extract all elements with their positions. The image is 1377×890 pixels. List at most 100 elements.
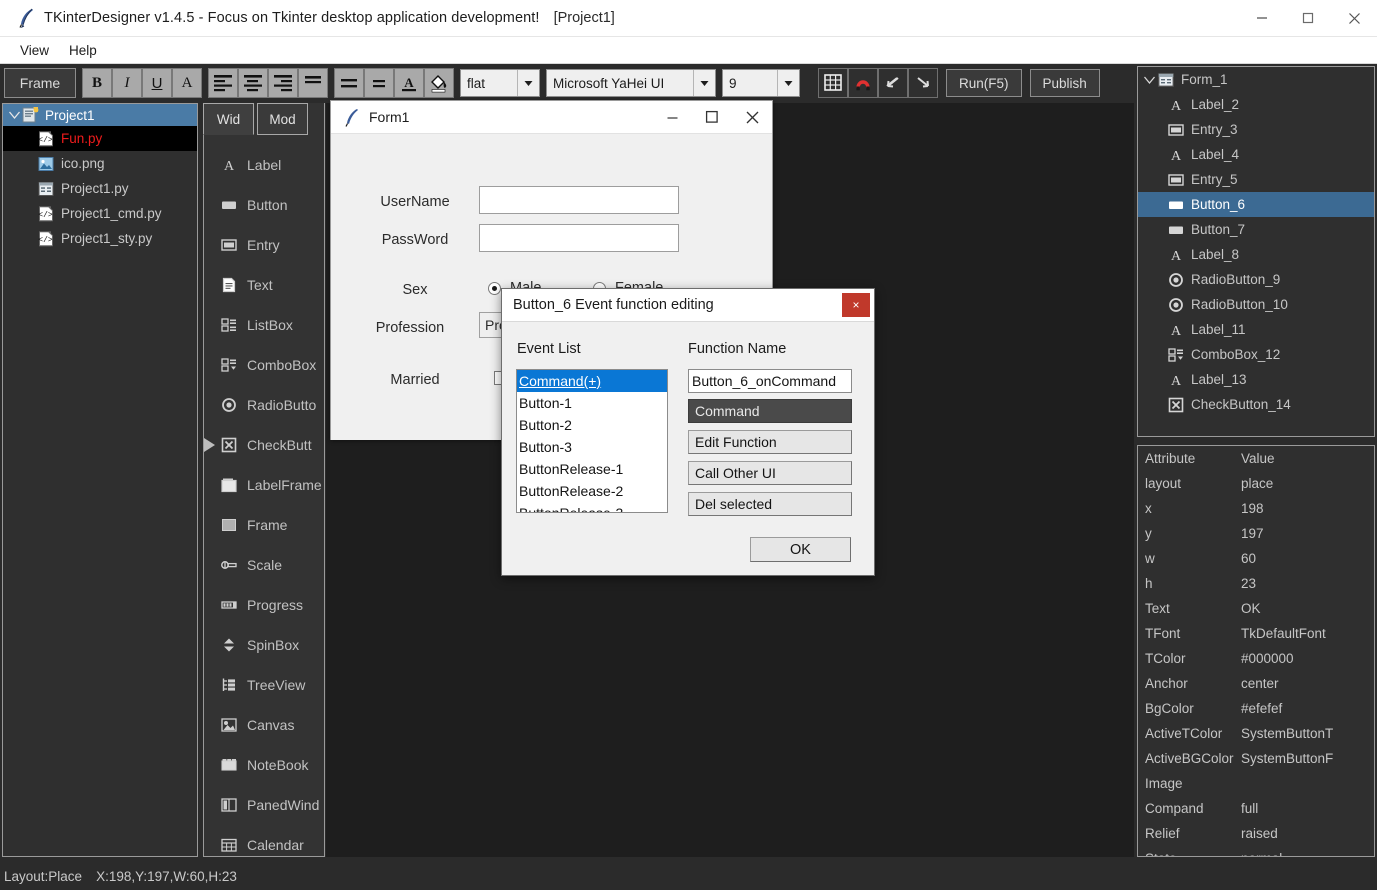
dialog-close-button[interactable]: × [842, 293, 870, 317]
attribute-row[interactable]: BgColor #efefef [1138, 696, 1374, 721]
project-root-row[interactable]: Project1 [3, 104, 197, 126]
event-listbox[interactable]: Command(+) Button-1 Button-2 Button-3 Button… [516, 369, 668, 513]
form-entry-username[interactable] [479, 186, 679, 214]
project-file-row[interactable]: </> Fun.py [3, 126, 197, 151]
space-equal-icon[interactable] [364, 68, 394, 98]
attribute-value[interactable]: normal [1241, 851, 1374, 856]
form-entry-password[interactable] [479, 224, 679, 252]
redo-icon[interactable] [908, 68, 938, 98]
dialog-ok-button[interactable]: OK [750, 537, 851, 562]
project-file-row[interactable]: ico.png [3, 151, 197, 176]
attribute-value[interactable]: 197 [1241, 526, 1374, 541]
palette-item-button[interactable]: Button [204, 185, 324, 225]
attribute-value[interactable]: OK [1241, 601, 1374, 616]
attribute-row[interactable]: Statenormal [1138, 846, 1374, 856]
palette-item-scale[interactable]: Scale [204, 545, 324, 585]
attribute-value[interactable]: raised [1241, 826, 1374, 841]
object-tree-item[interactable]: ComboBox_12 [1138, 342, 1374, 367]
event-list-item[interactable]: ButtonRelease-2 [517, 480, 667, 502]
attribute-value[interactable]: SystemButtonT [1241, 726, 1374, 741]
palette-item-labelframe[interactable]: LabelFrame [204, 465, 324, 505]
form-maximize-button[interactable] [692, 101, 732, 134]
form-minimize-button[interactable] [652, 101, 692, 134]
palette-item-progress[interactable]: Progress [204, 585, 324, 625]
attribute-row[interactable]: Anchor center [1138, 671, 1374, 696]
edit-function-button[interactable]: Edit Function [688, 430, 852, 454]
attribute-row[interactable]: Relief raised [1138, 821, 1374, 846]
event-list-item[interactable]: Button-3 [517, 436, 667, 458]
object-tree-item[interactable]: Button_7 [1138, 217, 1374, 242]
project-file-row[interactable]: Project1.py [3, 176, 197, 201]
attribute-value[interactable]: full [1241, 801, 1374, 816]
object-tree-item[interactable]: A Label_2 [1138, 92, 1374, 117]
call-other-ui-button[interactable]: Call Other UI [688, 461, 852, 485]
align-top-right-icon[interactable] [268, 68, 298, 98]
tab-mod[interactable]: Mod [257, 103, 308, 135]
palette-item-canvas[interactable]: Canvas [204, 705, 324, 745]
fill-color-icon[interactable] [424, 68, 454, 98]
font-style-button[interactable]: A [172, 68, 202, 98]
palette-item-radiobutto[interactable]: RadioButto [204, 385, 324, 425]
attribute-value[interactable]: place [1241, 476, 1374, 491]
palette-item-calendar[interactable]: Calendar [204, 825, 324, 865]
object-tree-item[interactable]: Entry_3 [1138, 117, 1374, 142]
event-list-item[interactable]: Command(+) [517, 370, 667, 392]
chevron-down-icon[interactable] [777, 70, 799, 96]
attribute-value[interactable]: 60 [1241, 551, 1374, 566]
palette-item-treeview[interactable]: TreeView [204, 665, 324, 705]
attribute-value[interactable]: 23 [1241, 576, 1374, 591]
close-button[interactable] [1331, 0, 1377, 37]
function-name-input[interactable]: Button_6_onCommand [688, 369, 852, 393]
form-label-username[interactable]: UserName [355, 194, 475, 210]
attribute-row[interactable]: Compand full [1138, 796, 1374, 821]
font-size-dropdown[interactable]: 9 [722, 69, 800, 97]
text-color-icon[interactable]: A [394, 68, 424, 98]
del-selected-button[interactable]: Del selected [688, 492, 852, 516]
attribute-row[interactable]: y 197 [1138, 521, 1374, 546]
event-function-dialog[interactable]: Button_6 Event function editing × Event … [501, 288, 875, 576]
menu-view[interactable]: View [10, 40, 59, 61]
form-label-profession[interactable]: Profession [345, 320, 475, 336]
chevron-down-icon[interactable] [7, 111, 21, 119]
align-top-center-icon[interactable] [238, 68, 268, 98]
command-button[interactable]: Command [688, 399, 852, 423]
object-tree-item[interactable]: Entry_5 [1138, 167, 1374, 192]
grid-icon[interactable] [818, 68, 848, 98]
run-button[interactable]: Run(F5) [946, 69, 1022, 97]
align-top-left-icon[interactable] [208, 68, 238, 98]
attribute-row[interactable]: h 23 [1138, 571, 1374, 596]
attribute-value[interactable]: TkDefaultFont [1241, 626, 1374, 641]
project-file-row[interactable]: </> Project1_cmd.py [3, 201, 197, 226]
event-list-item[interactable]: ButtonRelease-3 [517, 502, 667, 512]
publish-button[interactable]: Publish [1029, 69, 1100, 97]
attribute-value[interactable]: #efefef [1241, 701, 1374, 716]
chevron-down-icon[interactable] [517, 70, 539, 96]
bold-button[interactable]: B [82, 68, 112, 98]
italic-button[interactable]: I [112, 68, 142, 98]
palette-item-label[interactable]: A Label [204, 145, 324, 185]
palette-item-spinbox[interactable]: SpinBox [204, 625, 324, 665]
palette-item-entry[interactable]: Entry [204, 225, 324, 265]
attribute-value[interactable]: SystemButtonF [1241, 751, 1374, 766]
attribute-row[interactable]: layout place [1138, 471, 1374, 496]
magnet-snap-icon[interactable] [848, 68, 878, 98]
attribute-row[interactable]: Image [1138, 771, 1374, 796]
object-tree-item[interactable]: A Label_8 [1138, 242, 1374, 267]
chevron-down-icon[interactable] [693, 70, 715, 96]
align-justify-icon[interactable] [298, 68, 328, 98]
attribute-row[interactable]: TColor #000000 [1138, 646, 1374, 671]
object-tree-item[interactable]: CheckButton_14 [1138, 392, 1374, 417]
palette-item-text[interactable]: Text [204, 265, 324, 305]
form-label-password[interactable]: PassWord [355, 232, 475, 248]
form-close-button[interactable] [732, 101, 772, 134]
event-list-item[interactable]: ButtonRelease-1 [517, 458, 667, 480]
event-list-item[interactable]: Button-1 [517, 392, 667, 414]
space-vertical-icon[interactable] [334, 68, 364, 98]
form-label-married[interactable]: Married [355, 372, 475, 388]
attribute-value[interactable]: center [1241, 676, 1374, 691]
object-tree-item[interactable]: A Label_13 [1138, 367, 1374, 392]
attribute-row[interactable]: ActiveBGColor SystemButtonF [1138, 746, 1374, 771]
underline-button[interactable]: U [142, 68, 172, 98]
attribute-value[interactable]: 198 [1241, 501, 1374, 516]
attribute-row[interactable]: Text OK [1138, 596, 1374, 621]
